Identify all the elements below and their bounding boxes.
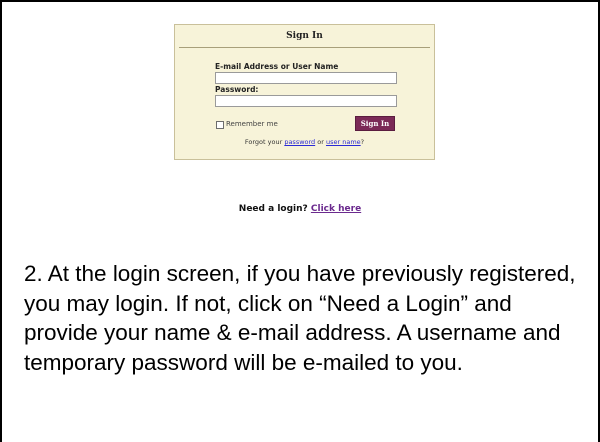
forgot-password-link[interactable]: password	[284, 138, 315, 146]
forgot-or: or	[315, 138, 326, 146]
password-field[interactable]	[215, 95, 397, 107]
click-here-link[interactable]: Click here	[311, 204, 361, 214]
need-login-text: Need a login?	[238, 204, 311, 214]
need-login-line: Need a login? Click here	[0, 204, 600, 214]
forgot-prefix: Forgot your	[244, 138, 285, 146]
remember-me-checkbox[interactable]	[216, 121, 224, 129]
sign-in-button[interactable]: Sign In	[355, 116, 395, 131]
forgot-suffix: ?	[360, 138, 365, 146]
remember-me-label[interactable]: Remember me	[226, 120, 278, 128]
email-field[interactable]	[215, 72, 397, 84]
title-divider	[179, 47, 430, 48]
password-label: Password:	[215, 85, 259, 94]
email-label: E-mail Address or User Name	[215, 62, 339, 71]
forgot-username-link[interactable]: user name	[326, 138, 361, 146]
sign-in-panel: Sign In E-mail Address or User Name Pass…	[174, 24, 435, 160]
instructions-text: 2. At the login screen, if you have prev…	[24, 261, 576, 375]
forgot-credentials-line: Forgot your password or user name?	[175, 138, 434, 146]
sign-in-title: Sign In	[286, 31, 323, 41]
